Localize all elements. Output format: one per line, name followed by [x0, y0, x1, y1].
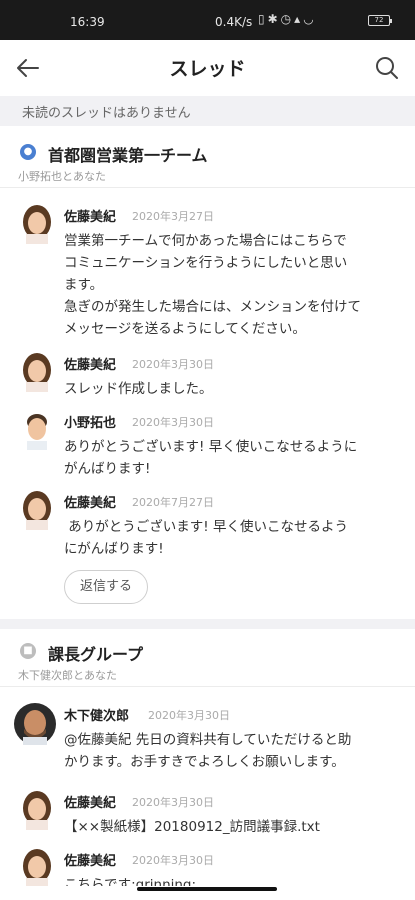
message-text: @佐藤美紀 先日の資料共有していただけると助 かります。お手すきでよろしくお願い…	[64, 732, 352, 770]
thread-group-header[interactable]: ■ 課長グループ 木下健次郎とあなた	[0, 629, 415, 687]
avatar	[27, 414, 47, 450]
message-date: 2020年3月30日	[132, 796, 214, 809]
attachment-link[interactable]: 【××製紙様】20180912_訪問議事録.txt	[64, 816, 394, 838]
avatar	[23, 353, 51, 392]
group-members: 小野拓也とあなた	[18, 170, 106, 183]
home-indicator[interactable]	[137, 887, 277, 891]
message-sender: 佐藤美紀	[64, 496, 117, 511]
message-date: 2020年3月27日	[132, 210, 214, 223]
message-date: 2020年3月30日	[132, 358, 214, 371]
status-icons: ▯✱◷▴◡	[258, 12, 317, 26]
message-date: 2020年3月30日	[148, 709, 230, 722]
avatar	[23, 205, 51, 244]
group-name: 課長グループ	[48, 645, 144, 664]
message-sender: 木下健次郎	[64, 709, 130, 724]
message-text: スレッド作成しました。	[64, 381, 213, 397]
reply-button[interactable]: 返信する	[64, 570, 148, 604]
message-text: 営業第一チームで何かあった場合にはこちらで コミュニケーションを行うようにしたい…	[64, 233, 361, 337]
message-date: 2020年7月27日	[132, 496, 214, 509]
message-text: こちらです:grinning:	[64, 877, 197, 886]
message-date: 2020年3月30日	[132, 416, 214, 429]
unread-notice: 未読のスレッドはありません	[22, 106, 191, 121]
app-bar: スレッド	[0, 40, 415, 96]
alarm-icon: ◷	[280, 12, 295, 26]
page-title: スレッド	[169, 58, 246, 80]
message-sender: 佐藤美紀	[64, 358, 117, 373]
avatar	[23, 849, 51, 886]
message-sender: 佐藤美紀	[64, 854, 117, 869]
avatar	[23, 791, 51, 830]
avatar	[23, 491, 51, 530]
section-divider	[0, 619, 415, 629]
message-sender: 小野拓也	[64, 416, 117, 431]
bluetooth-icon: ✱	[267, 12, 281, 26]
avatar	[14, 703, 56, 745]
message-item: 佐藤美紀 2020年3月30日 こちらです:grinning:	[0, 848, 415, 886]
group-name: 首都圏営業第一チーム	[48, 146, 208, 165]
search-icon[interactable]	[371, 52, 403, 84]
thread-group-header[interactable]: ● 首都圏営業第一チーム 小野拓也とあなた	[0, 130, 415, 188]
group-icon: ●	[20, 144, 36, 160]
status-time: 16:39	[70, 15, 105, 29]
lock-icon: ■	[20, 643, 36, 659]
message-text: ありがとうございます! 早く使いこなせるように がんばります!	[64, 439, 358, 477]
group-members: 木下健次郎とあなた	[18, 669, 117, 682]
status-bar: 16:39 0.4K/s ▯✱◷▴◡ 72	[0, 0, 415, 40]
battery-icon: 72	[368, 15, 392, 26]
no-sim-icon: ▯	[258, 12, 268, 26]
signal-icon: ▴	[294, 12, 304, 26]
message-text: ありがとうございます! 早く使いこなせるよう にがんばります!	[64, 519, 348, 557]
net-speed: 0.4K/s	[215, 15, 253, 29]
unread-notice-bar: 未読のスレッドはありません	[0, 96, 415, 126]
message-date: 2020年3月30日	[132, 854, 214, 867]
wifi-icon: ◡	[303, 12, 317, 26]
message-sender: 佐藤美紀	[64, 796, 117, 811]
message-sender: 佐藤美紀	[64, 210, 117, 225]
